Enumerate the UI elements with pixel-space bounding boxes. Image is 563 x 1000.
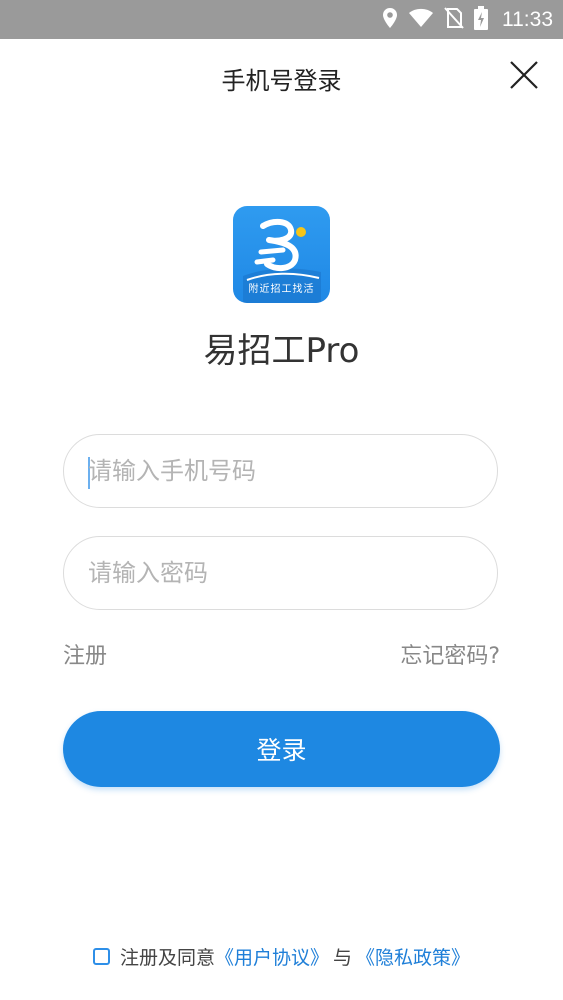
forgot-password-link[interactable]: 忘记密码? (400, 638, 500, 670)
user-agreement-link[interactable]: 《用户协议》 (215, 943, 329, 970)
privacy-policy-link[interactable]: 《隐私政策》 (356, 943, 470, 970)
logo-caption: 附近招工找活 (248, 284, 315, 295)
agreement-connector: 与 (333, 946, 353, 969)
close-button[interactable] (502, 55, 546, 99)
password-field[interactable] (63, 536, 498, 610)
battery-charging-icon (474, 5, 488, 34)
header: 手机号登录 (0, 39, 563, 121)
status-time: 11:33 (502, 7, 553, 31)
login-button[interactable]: 登录 (63, 711, 500, 787)
app-logo: 附近招工找活 (233, 206, 330, 303)
status-bar: 11:33 (0, 0, 563, 39)
phone-field[interactable] (63, 434, 498, 508)
phone-input[interactable] (88, 435, 468, 507)
no-sim-icon (444, 6, 464, 33)
location-icon (382, 7, 398, 33)
close-icon (509, 60, 539, 94)
agreement-prefix: 注册及同意 (119, 946, 215, 969)
password-input[interactable] (88, 537, 468, 609)
wifi-icon (408, 8, 434, 32)
register-link[interactable]: 注册 (63, 638, 107, 670)
status-icons: 11:33 (382, 0, 553, 39)
agreement-row: 注册及同意 《用户协议》 与 《隐私政策》 (0, 941, 563, 971)
agreement-checkbox[interactable] (92, 947, 110, 965)
app-name: 易招工Pro (203, 331, 360, 371)
page-title: 手机号登录 (221, 67, 342, 95)
